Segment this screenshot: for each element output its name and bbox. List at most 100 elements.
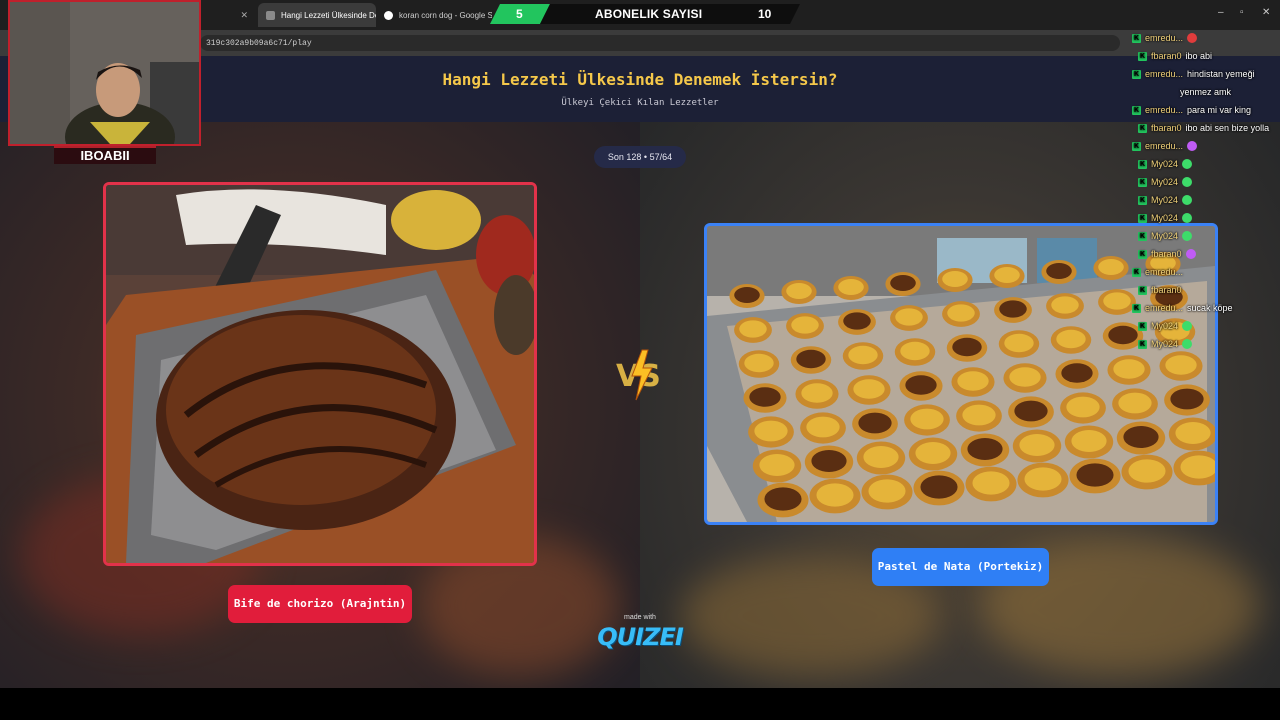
tart-filling bbox=[816, 483, 854, 507]
subscriber-target: 10 bbox=[758, 7, 772, 21]
chat-emote-icon bbox=[1182, 177, 1193, 187]
chat-username[interactable]: emredu... bbox=[1145, 267, 1183, 277]
tart-filling bbox=[1009, 367, 1041, 387]
tart-filling bbox=[952, 337, 982, 357]
chat-username[interactable]: fbaran0 bbox=[1151, 285, 1182, 295]
tart-filling bbox=[1103, 292, 1131, 310]
tart-filling bbox=[1051, 296, 1079, 314]
maximize-icon[interactable]: ▫ bbox=[1240, 7, 1244, 18]
chat-message: Kfbaran0 ibo abi sen bize yolla bbox=[1138, 123, 1269, 133]
tart-filling bbox=[972, 471, 1010, 495]
chat-message: Kemredu... bbox=[1132, 33, 1198, 43]
quizei-logo[interactable]: QUIZEI bbox=[596, 623, 684, 651]
close-window-icon[interactable]: ✕ bbox=[1262, 7, 1270, 18]
tart-filling bbox=[900, 341, 930, 361]
chat-username[interactable]: My024 bbox=[1151, 321, 1178, 331]
chat-username[interactable]: fbaran0 bbox=[1151, 123, 1182, 133]
subscriber-counter: 5 ABONELIK SAYISI 10 bbox=[490, 4, 800, 24]
url-field[interactable]: 319c302a9b09a6c71/play bbox=[200, 35, 1120, 51]
tart-filling bbox=[895, 308, 923, 326]
left-option-button[interactable]: Bife de chorizo (Arajntin) bbox=[228, 585, 412, 623]
kick-badge-icon: K bbox=[1138, 339, 1147, 349]
tart-filling bbox=[853, 379, 885, 399]
chat-username[interactable]: fbaran0 bbox=[1151, 51, 1182, 61]
tart-filling bbox=[1024, 467, 1062, 491]
kick-badge-icon: K bbox=[1138, 321, 1147, 331]
tab-label: Hangi Lezzeti Ülkesinde Denem bbox=[281, 10, 376, 20]
tart-filling bbox=[1123, 426, 1159, 448]
chat-emote-icon bbox=[1187, 33, 1198, 43]
tab-close-icon[interactable]: ✕ bbox=[240, 10, 248, 21]
chat-message: Kfbaran0 bbox=[1138, 249, 1196, 259]
browser-tab[interactable]: ✕ bbox=[200, 3, 256, 27]
tart-filling bbox=[744, 353, 774, 373]
quiz-page: Hangi Lezzeti Ülkesinde Denemek İstersin… bbox=[0, 56, 1280, 688]
chat-text: yenmez amk bbox=[1180, 87, 1232, 97]
tart-filling bbox=[1113, 359, 1145, 379]
tart-filling bbox=[1071, 430, 1107, 452]
tart-filling bbox=[1014, 400, 1048, 422]
tart-filling bbox=[1061, 363, 1093, 383]
chat-username[interactable]: emredu... bbox=[1145, 303, 1183, 313]
chat-message: K My024 bbox=[1138, 231, 1193, 241]
tart-filling bbox=[890, 275, 916, 291]
chat-emote-icon bbox=[1185, 249, 1196, 259]
chat-username[interactable]: fbaran0 bbox=[1151, 249, 1182, 259]
chat-username[interactable]: My024 bbox=[1151, 195, 1178, 205]
kick-badge-icon: K bbox=[1138, 249, 1147, 259]
right-option-button[interactable]: Pastel de Nata (Portekiz) bbox=[872, 548, 1049, 586]
chat-username[interactable]: emredu... bbox=[1145, 69, 1183, 79]
kick-badge-icon: K bbox=[1132, 105, 1141, 115]
kick-badge-icon: K bbox=[1138, 285, 1147, 295]
chat-username[interactable]: My024 bbox=[1151, 213, 1178, 223]
chat-message: Kfbaran0 ibo abi bbox=[1138, 51, 1212, 61]
chat-emote-icon bbox=[1182, 321, 1193, 331]
chat-message: K My024 bbox=[1138, 213, 1193, 223]
tab-favicon-icon bbox=[266, 10, 275, 20]
chat-message: K My024 bbox=[1138, 177, 1193, 187]
chat-message: K My024 bbox=[1138, 339, 1193, 349]
tart-filling bbox=[749, 387, 781, 407]
tart-filling bbox=[801, 383, 833, 403]
left-option-image[interactable] bbox=[103, 182, 537, 566]
kick-badge-icon: K bbox=[1132, 33, 1141, 43]
kick-badge-icon: K bbox=[1132, 303, 1141, 313]
tart-filling bbox=[942, 271, 968, 287]
chat-username[interactable]: emredu... bbox=[1145, 33, 1183, 43]
chat-username[interactable]: emredu... bbox=[1145, 141, 1183, 151]
kick-badge-icon: K bbox=[1138, 123, 1147, 133]
tab-label: koran corn dog - Google Sear bbox=[399, 10, 492, 20]
tart-filling bbox=[848, 345, 878, 365]
chat-username[interactable]: My024 bbox=[1151, 339, 1178, 349]
chat-username[interactable]: My024 bbox=[1151, 159, 1178, 169]
chat-username[interactable]: My024 bbox=[1151, 231, 1178, 241]
browser-tab[interactable]: koran corn dog - Google Sear ✕ bbox=[376, 3, 492, 27]
tart-filling bbox=[1175, 422, 1211, 444]
tart-filling bbox=[999, 300, 1027, 318]
tart-filling bbox=[1066, 396, 1100, 418]
tart-filling bbox=[1098, 259, 1124, 275]
subscriber-current: 5 bbox=[516, 7, 523, 21]
chat-username[interactable]: My024 bbox=[1151, 177, 1178, 187]
tart-filling bbox=[759, 454, 795, 476]
made-with-label: made with bbox=[624, 614, 656, 621]
chat-text: sucak köpe bbox=[1187, 303, 1233, 313]
streamer-webcam bbox=[8, 0, 201, 146]
chat-emote-icon bbox=[1182, 231, 1193, 241]
subscriber-label: ABONELIK SAYISI bbox=[595, 7, 703, 21]
kick-badge-icon: K bbox=[1138, 51, 1147, 61]
letterbox-bar bbox=[0, 688, 1280, 720]
tart-filling bbox=[868, 479, 906, 503]
tart-filling bbox=[754, 420, 788, 442]
tart-filling bbox=[1170, 388, 1204, 410]
tart-filling bbox=[1046, 263, 1072, 279]
chat-message: Kemredu... para mi var king bbox=[1132, 105, 1251, 115]
minimize-icon[interactable]: – bbox=[1218, 7, 1224, 18]
chat-emote-icon bbox=[1182, 195, 1193, 205]
tart-filling bbox=[1128, 459, 1166, 483]
kick-badge-icon: K bbox=[1138, 213, 1147, 223]
chat-username[interactable]: emredu... bbox=[1145, 105, 1183, 115]
chat-text: hindistan yemeği bbox=[1187, 69, 1255, 79]
chat-text: ibo abi sen bize yolla bbox=[1185, 123, 1270, 133]
browser-tab-active[interactable]: Hangi Lezzeti Ülkesinde Denem ✕ bbox=[258, 3, 376, 27]
